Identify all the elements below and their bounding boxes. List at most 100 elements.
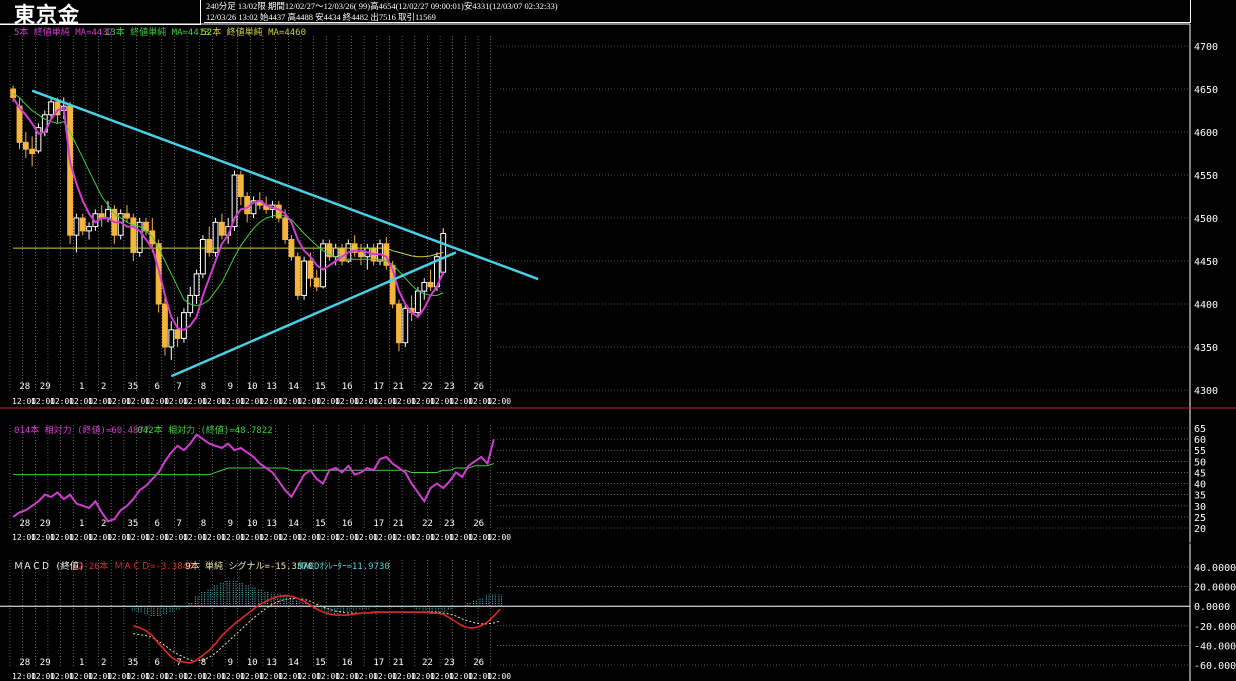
price-axis-tick-label: 4350 <box>1194 343 1218 354</box>
price-axis-tick-label: 4550 <box>1194 171 1218 182</box>
x-date-label: 1 <box>79 382 84 392</box>
candle-body <box>73 217 80 236</box>
candle-body <box>22 141 29 150</box>
candle-body <box>130 217 137 253</box>
x-date-label: 23 <box>444 658 455 668</box>
x-date-label: 29 <box>40 658 51 668</box>
x-date-label: 22 <box>422 519 433 529</box>
candle-body <box>301 260 307 296</box>
x-date-label: 16 <box>342 519 353 529</box>
macd-axis-tick-label: -60.0000 <box>1194 661 1236 672</box>
x-date-label: 1 <box>79 519 84 529</box>
candle-body <box>79 217 86 232</box>
x-date-label: 8 <box>201 519 206 529</box>
candle-body <box>162 303 168 348</box>
trendline-0 <box>31 89 539 281</box>
macd-legend-3: MACDｵｼﾚｰﾀｰ=11.9730 <box>298 561 390 572</box>
rsi-legend-1: 042本 相対力 (終値)=48.7822 <box>137 424 272 436</box>
x-date-label: 6 <box>155 382 160 392</box>
rsi-axis-tick-label: 40 <box>1194 480 1206 491</box>
price-axis-tick-label: 4600 <box>1194 128 1218 139</box>
x-date-label: 7 <box>176 382 181 392</box>
x-date-label: 21 <box>393 382 404 392</box>
candle-body <box>29 148 36 154</box>
x-date-label: 6 <box>155 658 160 668</box>
x-date-label: 15 <box>315 519 326 529</box>
rsi-axis-tick-label: 35 <box>1194 491 1206 502</box>
x-date-label: 10 <box>247 658 258 668</box>
x-date-label: 15 <box>315 382 326 392</box>
x-date-label: 2 <box>101 382 106 392</box>
macd-axis-tick-label: 20.0000 <box>1194 583 1236 594</box>
x-time-label: 12:00 <box>487 672 511 681</box>
rsi-axis-tick-label: 25 <box>1194 513 1206 524</box>
candle-body <box>358 251 364 258</box>
main-legend-2: 52本 終値単純 MA=4460 <box>201 26 306 38</box>
x-date-label: 21 <box>393 658 404 668</box>
x-date-label: 17 <box>373 382 384 392</box>
price-axis-tick-label: 4400 <box>1194 300 1218 311</box>
x-date-label: 35 <box>127 519 138 529</box>
macd-axis-tick-label: 0.0000 <box>1194 602 1230 613</box>
candle-body <box>421 282 428 292</box>
chart-canvas[interactable]: 4300435044004450450045504600465047002025… <box>0 0 1236 681</box>
main-legend-1: 13本 終値単純 MA=4413 <box>105 26 210 38</box>
x-date-label: 9 <box>228 519 233 529</box>
x-date-label: 2 <box>101 519 106 529</box>
price-axis-tick-label: 4500 <box>1194 214 1218 225</box>
macd-axis-tick-label: -40.0000 <box>1194 641 1236 652</box>
x-date-label: 8 <box>201 382 206 392</box>
rsi-axis-tick-label: 20 <box>1194 524 1206 535</box>
x-date-label: 35 <box>127 658 138 668</box>
x-date-label: 2 <box>101 658 106 668</box>
x-date-label: 17 <box>373 519 384 529</box>
candle-body <box>415 290 421 314</box>
x-date-label: 9 <box>228 658 233 668</box>
price-axis-tick-label: 4650 <box>1194 85 1218 96</box>
price-axis-tick-label: 4700 <box>1194 42 1218 53</box>
rsi-axis-tick-label: 50 <box>1194 457 1206 468</box>
candle-body <box>48 101 55 116</box>
rsi-legend-0: 014本 相対力 (終値)=60.4877 <box>14 424 149 436</box>
x-date-label: 26 <box>473 658 484 668</box>
candles-group <box>10 85 447 360</box>
candle-body <box>237 174 244 197</box>
candle-body <box>332 247 339 258</box>
x-date-label: 16 <box>342 382 353 392</box>
candle-body <box>377 243 383 262</box>
candle-body <box>105 208 111 219</box>
macd-legend-2: 9本 単純 シグナル=-15.3570 <box>185 560 313 572</box>
macd-line <box>133 594 501 664</box>
x-date-label: 14 <box>288 382 299 392</box>
candle-body <box>200 239 206 275</box>
candle-body <box>396 303 402 344</box>
macd-axis-tick-label: 40.0000 <box>1194 563 1236 574</box>
candle-body <box>124 213 130 219</box>
x-date-label: 9 <box>228 382 233 392</box>
x-date-label: 13 <box>266 519 277 529</box>
x-date-label: 29 <box>40 382 51 392</box>
candle-body <box>181 312 187 339</box>
x-date-label: 14 <box>288 519 299 529</box>
x-date-label: 28 <box>19 519 30 529</box>
x-date-label: 16 <box>342 658 353 668</box>
rsi-axis-tick-label: 45 <box>1194 468 1206 479</box>
x-date-label: 22 <box>422 658 433 668</box>
candle-body <box>193 273 200 296</box>
candle-body <box>402 307 409 344</box>
candle-body <box>86 226 92 232</box>
x-date-label: 23 <box>444 519 455 529</box>
price-axis-tick-label: 4450 <box>1194 257 1218 268</box>
price-axis-tick-label: 4300 <box>1194 386 1218 397</box>
x-date-label: 7 <box>176 519 181 529</box>
macd-axis-tick-label: -20.0000 <box>1194 622 1236 633</box>
rsi14-line <box>12 433 495 523</box>
ma13-line <box>12 92 444 307</box>
x-date-label: 6 <box>155 519 160 529</box>
x-date-label: 22 <box>422 382 433 392</box>
candle-body <box>427 282 434 288</box>
candle-body <box>174 329 181 339</box>
x-date-label: 14 <box>288 658 299 668</box>
x-date-label: 26 <box>473 519 484 529</box>
rsi-axis-tick-label: 30 <box>1194 502 1206 513</box>
